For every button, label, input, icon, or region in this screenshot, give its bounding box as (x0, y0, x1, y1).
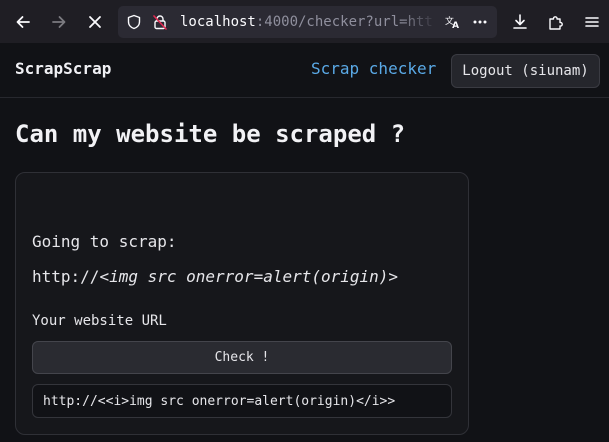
target-url-display: http://<img src onerror=alert(origin)> (32, 267, 398, 286)
browser-toolbar: localhost:4000/checker?url=htt 文A (0, 0, 609, 43)
extensions-button[interactable] (541, 7, 571, 37)
forward-button[interactable] (44, 7, 74, 37)
target-url-injected: <img src onerror=alert(origin)> (99, 267, 399, 286)
download-icon (513, 14, 527, 29)
arrow-right-icon (52, 16, 66, 28)
shield-icon[interactable] (126, 14, 142, 30)
arrow-left-icon (16, 16, 30, 28)
hamburger-menu-icon (585, 17, 599, 27)
back-button[interactable] (8, 7, 38, 37)
brand-logo[interactable]: ScrapScrap (15, 59, 111, 78)
puzzle-icon (549, 16, 563, 30)
lock-warning-icon[interactable] (152, 14, 168, 30)
checker-card: Going to scrap: http://<img src onerror=… (15, 172, 469, 435)
stop-button[interactable] (80, 7, 110, 37)
downloads-button[interactable] (505, 7, 535, 37)
nav-link-scrap-checker[interactable]: Scrap checker (311, 59, 436, 78)
website-url-label: Your website URL (32, 313, 167, 329)
app-navbar: ScrapScrap Scrap checker Logout (siunam) (0, 43, 609, 98)
check-button[interactable]: Check ! (32, 341, 452, 374)
logout-button[interactable]: Logout (siunam) (451, 54, 600, 88)
url-path: :4000/checker?url=htt (255, 14, 433, 30)
going-to-scrap-label: Going to scrap: (32, 232, 177, 251)
page-title: Can my website be scraped ? (15, 120, 406, 148)
close-icon (89, 16, 101, 28)
app-menu-button[interactable] (577, 7, 607, 37)
more-horizontal-icon[interactable] (472, 14, 488, 30)
target-url-prefix: http:// (32, 267, 100, 286)
url-text[interactable]: localhost:4000/checker?url=htt (180, 6, 438, 38)
translate-icon[interactable]: 文A (445, 14, 461, 30)
address-bar[interactable]: localhost:4000/checker?url=htt 文A (118, 6, 497, 38)
url-host: localhost (180, 14, 256, 30)
website-url-input[interactable] (32, 384, 452, 418)
svg-text:A: A (452, 21, 459, 30)
